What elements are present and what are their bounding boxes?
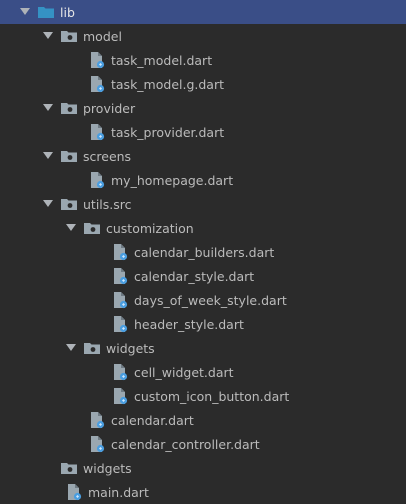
dart-file-icon xyxy=(88,171,106,189)
tree-node-label: task_provider.dart xyxy=(111,124,225,140)
tree-node-label: task_model.g.dart xyxy=(111,76,225,92)
tree-node-header-style-dart[interactable]: header_style.dart xyxy=(0,312,406,336)
tree-node-widgets[interactable]: widgets xyxy=(0,456,406,480)
tree-node-label: model xyxy=(83,28,122,44)
tree-node-label: header_style.dart xyxy=(134,316,244,332)
tree-node-utils-src[interactable]: utils.src xyxy=(0,192,406,216)
tree-node-label: calendar_controller.dart xyxy=(111,436,260,452)
package-folder-icon xyxy=(60,27,78,45)
tree-node-customization[interactable]: customization xyxy=(0,216,406,240)
dart-file-icon xyxy=(88,123,106,141)
tree-node-task-provider-dart[interactable]: task_provider.dart xyxy=(0,120,406,144)
dart-file-icon xyxy=(65,483,83,501)
tree-node-provider[interactable]: provider xyxy=(0,96,406,120)
dart-file-icon xyxy=(111,387,129,405)
tree-node-task-model-g-dart[interactable]: task_model.g.dart xyxy=(0,72,406,96)
tree-node-label: screens xyxy=(83,148,132,164)
tree-node-screens[interactable]: screens xyxy=(0,144,406,168)
dart-file-icon xyxy=(111,267,129,285)
tree-node-label: calendar_builders.dart xyxy=(134,244,275,260)
tree-node-label: days_of_week_style.dart xyxy=(134,292,287,308)
package-folder-icon xyxy=(60,195,78,213)
tree-node-calendar-style-dart[interactable]: calendar_style.dart xyxy=(0,264,406,288)
tree-node-custom-icon-button-dart[interactable]: custom_icon_button.dart xyxy=(0,384,406,408)
tree-node-label: customization xyxy=(106,220,194,236)
dart-file-icon xyxy=(88,435,106,453)
tree-node-label: custom_icon_button.dart xyxy=(134,388,290,404)
tree-node-cell-widget-dart[interactable]: cell_widget.dart xyxy=(0,360,406,384)
tree-node-label: task_model.dart xyxy=(111,52,213,68)
tree-node-label: cell_widget.dart xyxy=(134,364,234,380)
tree-node-model[interactable]: model xyxy=(0,24,406,48)
tree-node-label: widgets xyxy=(106,340,155,356)
dart-file-icon xyxy=(88,411,106,429)
tree-node-widgets-nested[interactable]: widgets xyxy=(0,336,406,360)
dart-file-icon xyxy=(88,75,106,93)
dart-file-icon xyxy=(111,243,129,261)
chevron-down-icon[interactable] xyxy=(64,221,78,235)
tree-node-label: calendar.dart xyxy=(111,412,194,428)
chevron-down-icon[interactable] xyxy=(41,101,55,115)
dart-file-icon xyxy=(111,363,129,381)
tree-node-calendar-dart[interactable]: calendar.dart xyxy=(0,408,406,432)
tree-node-label: widgets xyxy=(83,460,132,476)
dart-file-icon xyxy=(88,51,106,69)
tree-node-label: lib xyxy=(60,4,75,20)
tree-node-main-dart[interactable]: main.dart xyxy=(0,480,406,504)
project-tree: lib model task_model.dart task_model.g.d… xyxy=(0,0,406,503)
package-folder-icon xyxy=(60,99,78,117)
tree-node-days-of-week-style-dart[interactable]: days_of_week_style.dart xyxy=(0,288,406,312)
chevron-down-icon[interactable] xyxy=(41,197,55,211)
dart-file-icon xyxy=(111,291,129,309)
tree-node-label: provider xyxy=(83,100,136,116)
tree-node-label: my_homepage.dart xyxy=(111,172,234,188)
tree-node-task-model-dart[interactable]: task_model.dart xyxy=(0,48,406,72)
tree-node-label: utils.src xyxy=(83,196,132,212)
package-folder-icon xyxy=(60,147,78,165)
tree-node-calendar-controller-dart[interactable]: calendar_controller.dart xyxy=(0,432,406,456)
chevron-down-icon[interactable] xyxy=(64,341,78,355)
tree-node-label: main.dart xyxy=(88,484,149,500)
chevron-down-icon[interactable] xyxy=(18,5,32,19)
package-folder-icon xyxy=(83,339,101,357)
folder-blue-icon xyxy=(37,3,55,21)
package-folder-icon xyxy=(83,219,101,237)
tree-node-calendar-builders-dart[interactable]: calendar_builders.dart xyxy=(0,240,406,264)
tree-node-lib[interactable]: lib xyxy=(0,0,406,24)
tree-node-label: calendar_style.dart xyxy=(134,268,255,284)
tree-node-my-homepage-dart[interactable]: my_homepage.dart xyxy=(0,168,406,192)
chevron-down-icon[interactable] xyxy=(41,149,55,163)
chevron-down-icon[interactable] xyxy=(41,29,55,43)
package-folder-icon xyxy=(60,459,78,477)
dart-file-icon xyxy=(111,315,129,333)
